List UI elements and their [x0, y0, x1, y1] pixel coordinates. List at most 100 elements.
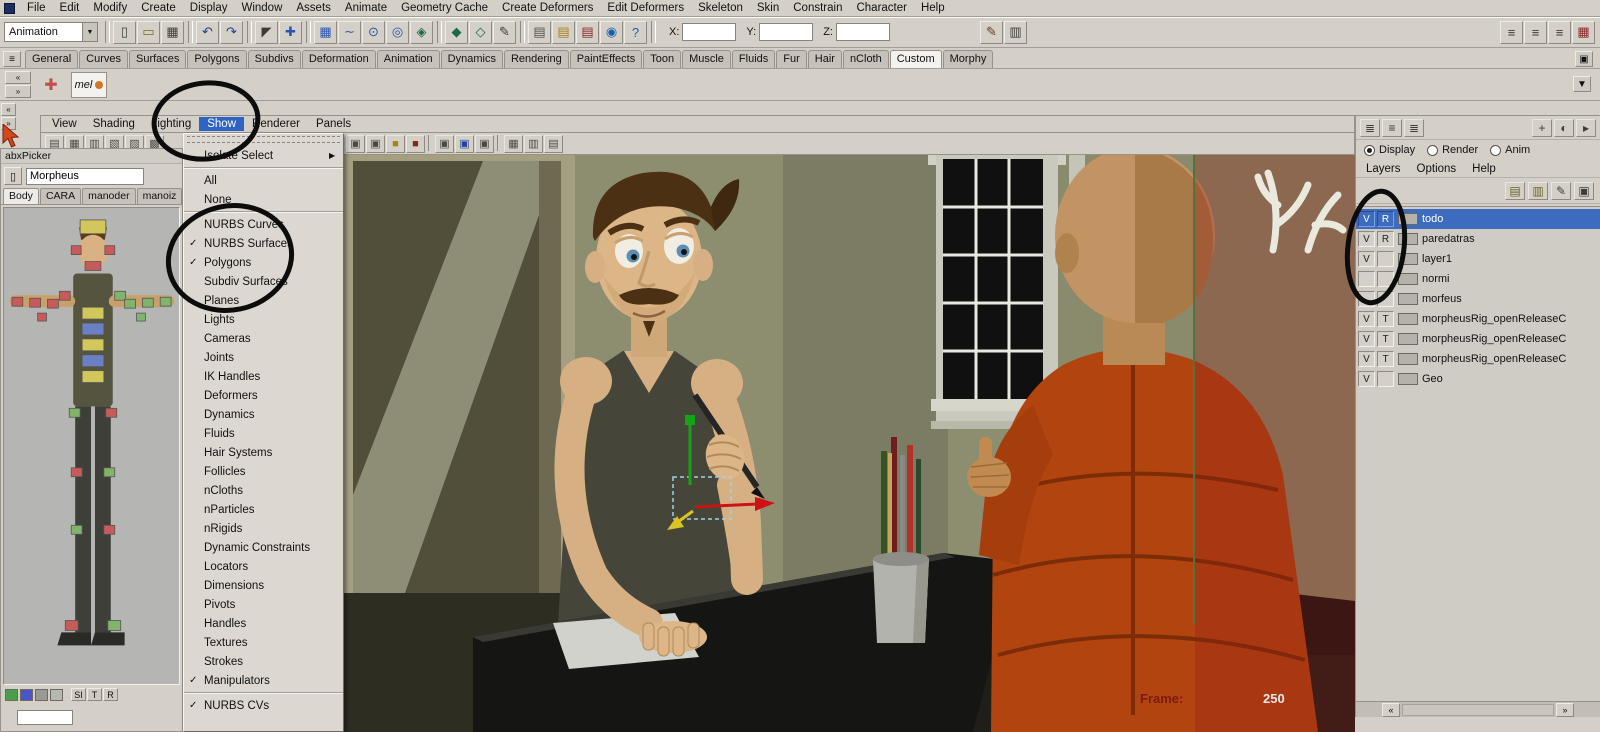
panel-menu-item[interactable]: Renderer [244, 117, 308, 131]
main-menu-item[interactable]: Edit [53, 1, 87, 15]
layer-type-toggle[interactable]: R [1377, 231, 1394, 247]
hypershade-icon[interactable]: ▥ [1003, 20, 1027, 44]
layer-visibility-toggle[interactable] [1358, 291, 1375, 307]
shelf-editor-icon[interactable]: ▼ [1573, 76, 1591, 92]
output-connections-icon[interactable]: ◇ [469, 20, 492, 44]
layer-color-swatch[interactable] [1398, 213, 1418, 225]
layer-type-toggle[interactable]: T [1377, 351, 1394, 367]
new-layer-icon[interactable]: ▣ [1574, 181, 1594, 200]
shelf-tab[interactable]: Deformation [301, 50, 376, 68]
render-current-frame-icon[interactable]: ▤ [552, 20, 575, 44]
shelf-tab[interactable]: Hair [807, 50, 842, 68]
panel-menu-item[interactable]: Shading [85, 117, 143, 131]
layer-row[interactable]: V R paredatras [1356, 229, 1600, 249]
layer-color-swatch[interactable] [1398, 313, 1418, 325]
main-menu-item[interactable]: Edit Deformers [600, 1, 691, 15]
picker-mode-button[interactable]: R [103, 688, 118, 701]
layer-type-toggle[interactable]: R [1377, 211, 1394, 227]
shelf-tab[interactable]: Toon [643, 50, 682, 68]
new-scene-icon[interactable]: ▯ [113, 20, 136, 44]
main-menu-item[interactable]: Create Deformers [495, 1, 600, 15]
show-menu-item[interactable]: ✓ Polygons [184, 253, 343, 272]
move-tool-icon[interactable]: ✚ [279, 20, 302, 44]
layer-visibility-toggle[interactable]: V [1358, 211, 1375, 227]
layer-row[interactable]: V T morpheusRig_openReleaseC [1356, 309, 1600, 329]
shelf-tab[interactable]: Surfaces [128, 50, 187, 68]
select-camera-icon[interactable]: ▣ [346, 134, 365, 153]
panel-menu-item[interactable]: Panels [308, 117, 359, 131]
main-menu-item[interactable]: Constrain [786, 1, 849, 15]
grid-toggle-icon[interactable]: ▦ [504, 134, 523, 153]
show-menu-item[interactable]: nParticles [184, 500, 343, 519]
color-swatch[interactable] [20, 688, 33, 701]
layer-type-toggle[interactable] [1377, 251, 1394, 267]
layer-editor-menu-item[interactable]: Options [1409, 162, 1465, 176]
shelf-tab[interactable]: Subdivs [247, 50, 301, 68]
show-menu-item[interactable]: Strokes [184, 652, 343, 671]
radio-option[interactable]: Render [1427, 144, 1478, 156]
viewport-3d-scene[interactable]: Frame: 250 [343, 155, 1355, 732]
show-menu-item[interactable]: All [184, 171, 343, 190]
two-d-pan-icon[interactable]: ▣ [455, 134, 474, 153]
layer-editor-layout-icon[interactable]: ≡ [1382, 118, 1402, 137]
attribute-editor-icon[interactable]: ▦ [1572, 20, 1595, 44]
list-view-icon[interactable]: ≡ [1500, 20, 1523, 44]
picker-tab[interactable]: Body [3, 188, 39, 204]
coord-y-input[interactable] [759, 23, 814, 41]
shelf-tab[interactable]: nCloth [842, 50, 889, 68]
coord-z-input[interactable] [835, 23, 890, 41]
layer-color-swatch[interactable] [1398, 353, 1418, 365]
toolbar-icon[interactable] [520, 21, 525, 43]
shelf-scroll-left-icon[interactable]: « [5, 71, 31, 84]
picker-tab[interactable]: manoder [82, 188, 136, 204]
show-menu-item[interactable]: nRigids [184, 519, 343, 538]
picker-mode-button[interactable]: SI [71, 688, 86, 701]
shelf-tab[interactable]: Fluids [731, 50, 776, 68]
layer-visibility-toggle[interactable]: V [1358, 331, 1375, 347]
radio-option[interactable]: Display [1364, 144, 1415, 156]
panel-menu-item[interactable]: Lighting [143, 117, 199, 131]
color-swatch[interactable] [50, 688, 63, 701]
layer-row[interactable]: V R todo [1356, 209, 1600, 229]
layer-row[interactable]: normi [1356, 269, 1600, 289]
show-menu-item[interactable]: Dimensions [184, 576, 343, 595]
layer-color-swatch[interactable] [1398, 273, 1418, 285]
shelf-tab[interactable]: PaintEffects [569, 50, 643, 68]
show-menu-item[interactable]: None [184, 190, 343, 212]
construction-history-icon[interactable]: ✎ [493, 20, 516, 44]
main-menu-item[interactable]: Assets [289, 1, 338, 15]
shelf-tab[interactable]: General [25, 50, 79, 68]
show-menu-item[interactable]: Isolate Select ▶ [184, 146, 343, 168]
toolbar-icon[interactable] [651, 21, 656, 43]
main-menu-item[interactable]: Display [183, 1, 235, 15]
shelf-options-icon[interactable]: ▣ [1575, 51, 1593, 67]
layer-visibility-toggle[interactable] [1358, 271, 1375, 287]
main-menu-item[interactable]: File [20, 1, 53, 15]
layer-visibility-toggle[interactable]: V [1358, 371, 1375, 387]
main-menu-item[interactable]: Modify [86, 1, 134, 15]
menu-set-selector[interactable]: Animation ▼ [4, 22, 98, 42]
menu-tearoff-handle[interactable] [187, 136, 340, 143]
paint-effects-icon[interactable]: ✎ [979, 20, 1003, 44]
select-tool-icon[interactable]: ◤ [255, 20, 278, 44]
layer-row[interactable]: V T morpheusRig_openReleaseC [1356, 349, 1600, 369]
snap-point-icon[interactable]: ⊙ [362, 20, 385, 44]
open-scene-icon[interactable]: ▭ [137, 20, 160, 44]
shelf-flower-icon[interactable]: ✚ [39, 73, 63, 97]
layer-row[interactable]: V Geo [1356, 369, 1600, 389]
show-menu-item[interactable]: Dynamic Constraints [184, 538, 343, 557]
shelf-tab[interactable]: Rendering [503, 50, 569, 68]
show-menu-item[interactable]: ✓ Manipulators [184, 671, 343, 693]
shelf-tab[interactable]: Animation [376, 50, 440, 68]
show-menu-item[interactable]: Dynamics [184, 405, 343, 424]
bookmark-icon[interactable]: ■ [406, 134, 425, 153]
scroll-right-icon[interactable]: » [1556, 702, 1574, 717]
shelf-tab[interactable]: Morphy [942, 50, 994, 68]
show-menu-item[interactable]: ✓ NURBS Surfaces [184, 234, 343, 253]
layer-visibility-toggle[interactable]: V [1358, 311, 1375, 327]
toolbar-icon[interactable] [188, 21, 193, 43]
show-menu-item[interactable]: Deformers [184, 386, 343, 405]
show-menu-item[interactable]: Cameras [184, 329, 343, 348]
snap-grid-icon[interactable]: ▦ [314, 20, 337, 44]
layer-visibility-toggle[interactable]: V [1358, 351, 1375, 367]
